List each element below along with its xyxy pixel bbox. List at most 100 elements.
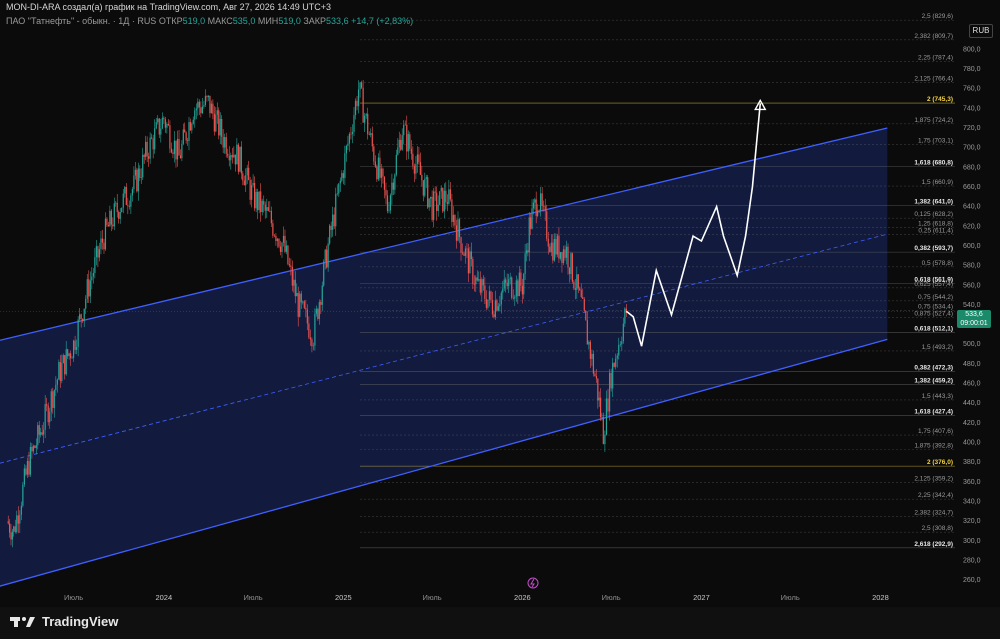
candle-body (209, 95, 211, 114)
candle-body (419, 162, 421, 175)
candle-body (164, 119, 166, 128)
candle-body (252, 182, 254, 186)
price-chart[interactable]: 2,5 (829,6) 2,382 (809,7) 2,25 (787,4) 2,12… (0, 0, 1000, 607)
candle-body (524, 253, 526, 274)
candle-body (595, 376, 598, 379)
fib-level-label: 2 (376,0) (927, 459, 953, 466)
candle-body (621, 341, 623, 345)
candle-body (37, 425, 39, 446)
candle-body (224, 137, 226, 148)
candle-body (311, 339, 313, 347)
close-value: 533,6 (326, 16, 349, 26)
candle-body (351, 131, 354, 135)
candle-body (290, 265, 292, 267)
candle-body (264, 204, 266, 211)
candle-body (184, 129, 186, 133)
close-label: ЗАКР (303, 16, 327, 26)
candle-body (275, 235, 277, 241)
candle-body (302, 301, 304, 303)
candle-body (299, 293, 301, 317)
candle-body (194, 110, 196, 120)
candle-body (380, 168, 383, 178)
y-tick-label: 300,0 (963, 538, 981, 545)
fib-level-label: 2,382 (809,7) (914, 33, 953, 40)
candle-body (261, 200, 263, 213)
candle-body (582, 296, 584, 299)
candle-body (549, 246, 551, 252)
candle-body (497, 306, 499, 311)
candle-body (106, 218, 108, 225)
candle-body (225, 137, 227, 154)
candle-body (312, 345, 315, 347)
candle-body (505, 279, 507, 283)
candle-body (200, 107, 202, 114)
candle-body (273, 235, 275, 237)
fib-level-label: 0,75 (544,2) (918, 294, 953, 301)
candle-body (74, 340, 76, 350)
candle-body (451, 199, 453, 222)
candle-body (115, 202, 117, 204)
candle-body (388, 210, 390, 212)
candle-body (79, 314, 81, 320)
candle-body (104, 218, 107, 250)
candle-body (602, 417, 604, 445)
candle-body (20, 505, 22, 515)
candle-body (379, 157, 381, 178)
candle-body (547, 238, 549, 247)
candle-body (327, 243, 329, 268)
candle-body (318, 302, 320, 319)
candle-body (564, 249, 566, 258)
candle-body (400, 139, 402, 150)
x-tick-label: 2026 (514, 593, 531, 602)
candle-body (353, 115, 355, 132)
candle-body (592, 353, 595, 374)
candle-body (288, 264, 290, 266)
y-tick-label: 620,0 (963, 223, 981, 230)
candle-body (434, 191, 436, 193)
fib-level-label: 1,618 (427,4) (914, 409, 953, 416)
candle-body (77, 319, 79, 347)
candle-body (532, 202, 535, 209)
candle-body (82, 318, 84, 322)
candle-body (428, 198, 430, 208)
currency-button[interactable]: RUB (969, 24, 993, 38)
candle-body (26, 461, 29, 475)
candle-body (433, 191, 435, 220)
candle-body (370, 133, 372, 135)
fib-level-label: 1,618 (680,8) (914, 160, 953, 167)
candle-body (128, 205, 130, 207)
candle-body (91, 276, 93, 281)
candle-body (373, 146, 375, 162)
y-tick-label: 760,0 (963, 86, 981, 93)
low-value: 519,0 (278, 16, 301, 26)
candle-body (339, 180, 341, 184)
candle-body (28, 461, 30, 475)
candle-body (278, 238, 280, 247)
candle-body (70, 353, 72, 359)
candle-body (615, 358, 617, 367)
candle-body (175, 140, 177, 160)
candle-body (607, 398, 609, 412)
x-tick-label: Июль (781, 593, 800, 602)
candle-body (43, 429, 45, 435)
candle-body (604, 434, 606, 445)
candle-body (412, 153, 414, 167)
tv-logo-icon (10, 616, 35, 627)
candle-body (195, 108, 197, 111)
candle-body (536, 210, 539, 216)
candle-body (490, 291, 492, 301)
candle-body (97, 246, 99, 258)
candle-body (562, 249, 565, 264)
candle-body (585, 310, 587, 321)
candle-body (502, 288, 504, 293)
candle-body (440, 187, 442, 192)
y-tick-label: 780,0 (963, 66, 981, 73)
tradingview-logo[interactable]: TradingView (10, 614, 118, 629)
candle-body (431, 196, 433, 220)
candle-body (574, 288, 576, 290)
candle-body (553, 239, 555, 261)
candle-body (31, 446, 33, 452)
candle-body (22, 484, 24, 506)
candle-body (317, 308, 319, 319)
candle-body (397, 147, 399, 155)
